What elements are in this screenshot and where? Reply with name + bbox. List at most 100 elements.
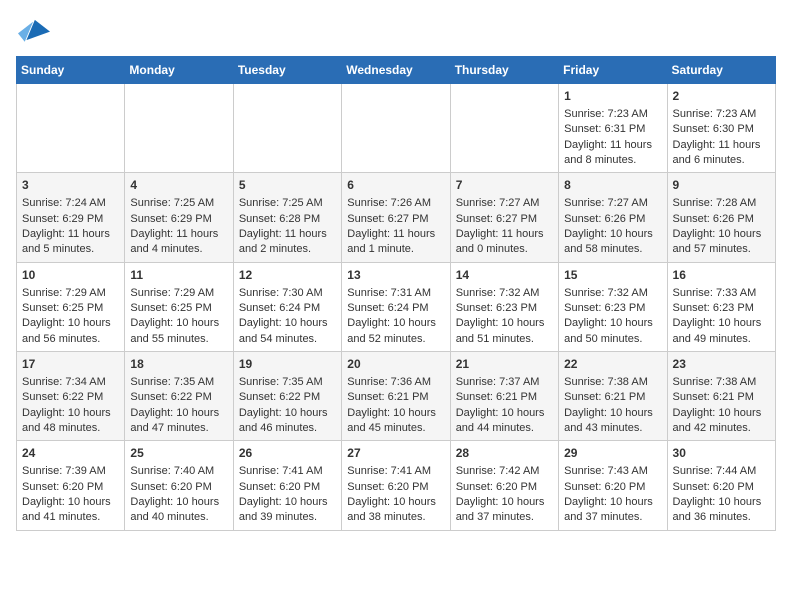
calendar-cell bbox=[125, 84, 233, 173]
day-content: Sunset: 6:30 PM bbox=[673, 122, 770, 137]
day-number: 6 bbox=[347, 177, 444, 194]
day-content: Sunset: 6:20 PM bbox=[456, 480, 553, 495]
day-content: Sunrise: 7:38 AM bbox=[564, 375, 661, 390]
day-content: Sunset: 6:29 PM bbox=[130, 212, 227, 227]
day-content: Daylight: 10 hours and 41 minutes. bbox=[22, 495, 119, 526]
calendar-cell: 29Sunrise: 7:43 AMSunset: 6:20 PMDayligh… bbox=[559, 441, 667, 530]
day-content: Daylight: 10 hours and 37 minutes. bbox=[564, 495, 661, 526]
day-number: 2 bbox=[673, 88, 770, 105]
day-content: Sunset: 6:20 PM bbox=[347, 480, 444, 495]
calendar-cell: 28Sunrise: 7:42 AMSunset: 6:20 PMDayligh… bbox=[450, 441, 558, 530]
weekday-header: Wednesday bbox=[342, 57, 450, 84]
calendar-cell: 25Sunrise: 7:40 AMSunset: 6:20 PMDayligh… bbox=[125, 441, 233, 530]
day-content: Sunrise: 7:38 AM bbox=[673, 375, 770, 390]
day-content: Daylight: 10 hours and 49 minutes. bbox=[673, 316, 770, 347]
calendar-cell bbox=[233, 84, 341, 173]
calendar-week: 17Sunrise: 7:34 AMSunset: 6:22 PMDayligh… bbox=[17, 352, 776, 441]
day-content: Daylight: 10 hours and 51 minutes. bbox=[456, 316, 553, 347]
day-content: Sunset: 6:20 PM bbox=[564, 480, 661, 495]
weekday-header: Tuesday bbox=[233, 57, 341, 84]
day-content: Sunset: 6:28 PM bbox=[239, 212, 336, 227]
day-content: Sunrise: 7:41 AM bbox=[347, 464, 444, 479]
logo bbox=[16, 16, 52, 44]
day-content: Sunrise: 7:26 AM bbox=[347, 196, 444, 211]
calendar-cell: 4Sunrise: 7:25 AMSunset: 6:29 PMDaylight… bbox=[125, 173, 233, 262]
weekday-header: Sunday bbox=[17, 57, 125, 84]
calendar-cell bbox=[450, 84, 558, 173]
day-number: 20 bbox=[347, 356, 444, 373]
day-content: Daylight: 11 hours and 8 minutes. bbox=[564, 138, 661, 169]
calendar-cell: 14 Sunrise: 7:32 AMSunset: 6:23 PMDayligh… bbox=[450, 262, 558, 351]
day-number: 22 bbox=[564, 356, 661, 373]
day-content: Sunrise: 7:31 AM bbox=[347, 286, 444, 301]
day-content: Daylight: 10 hours and 50 minutes. bbox=[564, 316, 661, 347]
calendar-cell: 22Sunrise: 7:38 AMSunset: 6:21 PMDayligh… bbox=[559, 352, 667, 441]
calendar-week: 3Sunrise: 7:24 AMSunset: 6:29 PMDaylight… bbox=[17, 173, 776, 262]
day-content: Sunrise: 7:41 AM bbox=[239, 464, 336, 479]
day-content: Daylight: 11 hours and 6 minutes. bbox=[673, 138, 770, 169]
day-number: 5 bbox=[239, 177, 336, 194]
calendar-cell: 11Sunrise: 7:29 AMSunset: 6:25 PMDayligh… bbox=[125, 262, 233, 351]
day-number: 26 bbox=[239, 445, 336, 462]
calendar-header: SundayMondayTuesdayWednesdayThursdayFrid… bbox=[17, 57, 776, 84]
day-content: Daylight: 10 hours and 56 minutes. bbox=[22, 316, 119, 347]
day-number: 1 bbox=[564, 88, 661, 105]
calendar-cell: 9Sunrise: 7:28 AMSunset: 6:26 PMDaylight… bbox=[667, 173, 775, 262]
day-content: Sunset: 6:22 PM bbox=[130, 390, 227, 405]
day-content: Sunset: 6:26 PM bbox=[673, 212, 770, 227]
calendar-cell: 10Sunrise: 7:29 AMSunset: 6:25 PMDayligh… bbox=[17, 262, 125, 351]
day-content: Daylight: 10 hours and 38 minutes. bbox=[347, 495, 444, 526]
day-content: Sunrise: 7:27 AM bbox=[456, 196, 553, 211]
day-content: Sunrise: 7:36 AM bbox=[347, 375, 444, 390]
calendar-cell: 16Sunrise: 7:33 AMSunset: 6:23 PMDayligh… bbox=[667, 262, 775, 351]
day-number: 21 bbox=[456, 356, 553, 373]
day-number: 3 bbox=[22, 177, 119, 194]
calendar-cell: 30Sunrise: 7:44 AMSunset: 6:20 PMDayligh… bbox=[667, 441, 775, 530]
calendar-cell: 5Sunrise: 7:25 AMSunset: 6:28 PMDaylight… bbox=[233, 173, 341, 262]
weekday-header: Monday bbox=[125, 57, 233, 84]
calendar-cell: 20Sunrise: 7:36 AMSunset: 6:21 PMDayligh… bbox=[342, 352, 450, 441]
day-content: Sunset: 6:23 PM bbox=[673, 301, 770, 316]
day-content: Sunset: 6:22 PM bbox=[239, 390, 336, 405]
day-content: Sunset: 6:20 PM bbox=[673, 480, 770, 495]
calendar-cell: 1Sunrise: 7:23 AMSunset: 6:31 PMDaylight… bbox=[559, 84, 667, 173]
day-content: Sunrise: 7:34 AM bbox=[22, 375, 119, 390]
day-number: 4 bbox=[130, 177, 227, 194]
day-content: Daylight: 10 hours and 48 minutes. bbox=[22, 406, 119, 437]
calendar-cell: 26Sunrise: 7:41 AMSunset: 6:20 PMDayligh… bbox=[233, 441, 341, 530]
day-number: 14 bbox=[456, 267, 553, 284]
day-content: Sunrise: 7:35 AM bbox=[239, 375, 336, 390]
day-content: Sunset: 6:25 PM bbox=[130, 301, 227, 316]
day-content: Sunset: 6:31 PM bbox=[564, 122, 661, 137]
day-number: 11 bbox=[130, 267, 227, 284]
day-content: Sunrise: 7:28 AM bbox=[673, 196, 770, 211]
day-content: Sunrise: 7:43 AM bbox=[564, 464, 661, 479]
calendar-cell: 19Sunrise: 7:35 AMSunset: 6:22 PMDayligh… bbox=[233, 352, 341, 441]
calendar-week: 10Sunrise: 7:29 AMSunset: 6:25 PMDayligh… bbox=[17, 262, 776, 351]
calendar-cell: 17Sunrise: 7:34 AMSunset: 6:22 PMDayligh… bbox=[17, 352, 125, 441]
day-content: Daylight: 10 hours and 47 minutes. bbox=[130, 406, 227, 437]
day-content: Daylight: 10 hours and 54 minutes. bbox=[239, 316, 336, 347]
calendar-cell: 12Sunrise: 7:30 AMSunset: 6:24 PMDayligh… bbox=[233, 262, 341, 351]
calendar-cell: 21Sunrise: 7:37 AMSunset: 6:21 PMDayligh… bbox=[450, 352, 558, 441]
day-content: Daylight: 10 hours and 36 minutes. bbox=[673, 495, 770, 526]
day-content: Sunrise: 7:25 AM bbox=[130, 196, 227, 211]
day-number: 12 bbox=[239, 267, 336, 284]
weekday-row: SundayMondayTuesdayWednesdayThursdayFrid… bbox=[17, 57, 776, 84]
day-content: Daylight: 10 hours and 37 minutes. bbox=[456, 495, 553, 526]
day-number: 24 bbox=[22, 445, 119, 462]
day-content: Sunrise: 7:32 AM bbox=[456, 286, 553, 301]
calendar-week: 24Sunrise: 7:39 AMSunset: 6:20 PMDayligh… bbox=[17, 441, 776, 530]
calendar-cell: 27Sunrise: 7:41 AMSunset: 6:20 PMDayligh… bbox=[342, 441, 450, 530]
calendar-cell: 23Sunrise: 7:38 AMSunset: 6:21 PMDayligh… bbox=[667, 352, 775, 441]
page-header bbox=[16, 16, 776, 44]
day-content: Daylight: 11 hours and 1 minute. bbox=[347, 227, 444, 258]
day-content: Daylight: 10 hours and 43 minutes. bbox=[564, 406, 661, 437]
day-content: Sunset: 6:21 PM bbox=[673, 390, 770, 405]
calendar-cell: 15Sunrise: 7:32 AMSunset: 6:23 PMDayligh… bbox=[559, 262, 667, 351]
weekday-header: Saturday bbox=[667, 57, 775, 84]
day-content: Sunset: 6:23 PM bbox=[456, 301, 553, 316]
day-content: Daylight: 10 hours and 46 minutes. bbox=[239, 406, 336, 437]
day-number: 7 bbox=[456, 177, 553, 194]
day-content: Sunrise: 7:25 AM bbox=[239, 196, 336, 211]
